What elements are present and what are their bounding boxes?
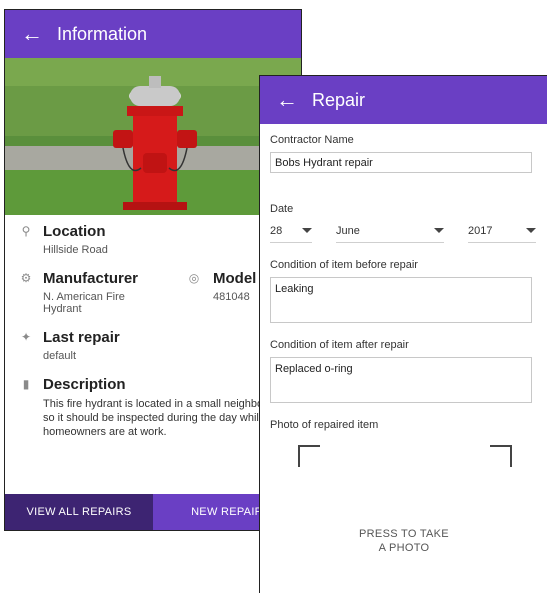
repair-form: Contractor Name Bobs Hydrant repair Date… bbox=[260, 124, 547, 577]
repair-app-bar: ← Repair bbox=[260, 76, 547, 124]
month-value: June bbox=[336, 224, 360, 237]
contractor-name-input[interactable]: Bobs Hydrant repair bbox=[270, 152, 532, 173]
location-section: ⚲ Location Hillside Road bbox=[5, 223, 301, 256]
photo-capture-area[interactable]: PRESS TO TAKE A PHOTO bbox=[270, 437, 537, 577]
take-photo-prompt-line1: PRESS TO TAKE bbox=[359, 528, 449, 540]
month-select[interactable]: June bbox=[336, 221, 444, 243]
viewfinder-corner-icon bbox=[298, 445, 320, 467]
day-value: 28 bbox=[270, 224, 283, 237]
chevron-down-icon bbox=[434, 228, 444, 233]
take-photo-prompt-line2: A PHOTO bbox=[378, 542, 430, 554]
date-selectors: 28 June 2017 bbox=[270, 221, 537, 243]
hydrant-photo bbox=[5, 58, 301, 215]
manufacturer-value: N. American Fire Hydrant bbox=[43, 291, 125, 315]
information-details: ⚲ Location Hillside Road ⚙ Manufacturer … bbox=[5, 215, 301, 439]
view-all-repairs-button[interactable]: VIEW ALL REPAIRS bbox=[5, 494, 153, 530]
globe-icon: ◎ bbox=[188, 271, 200, 285]
location-pin-icon: ⚲ bbox=[21, 224, 31, 238]
back-arrow-icon[interactable]: ← bbox=[276, 89, 298, 111]
repair-title: Repair bbox=[312, 89, 366, 110]
gear-icon: ⚙ bbox=[20, 271, 32, 285]
year-value: 2017 bbox=[468, 224, 493, 237]
after-condition-label: Condition of item after repair bbox=[270, 339, 409, 351]
before-condition-label: Condition of item before repair bbox=[270, 259, 418, 271]
description-section: ▮ Description This fire hydrant is locat… bbox=[5, 376, 301, 439]
book-icon: ▮ bbox=[22, 377, 30, 391]
day-select[interactable]: 28 bbox=[270, 221, 312, 243]
information-title: Information bbox=[57, 23, 148, 44]
after-condition-input[interactable]: Replaced o-ring bbox=[270, 357, 532, 403]
information-app-bar: ← Information bbox=[5, 10, 301, 58]
manufacturer-heading: Manufacturer bbox=[43, 270, 139, 287]
take-photo-prompt[interactable]: PRESS TO TAKE A PHOTO bbox=[270, 527, 538, 555]
back-arrow-icon[interactable]: ← bbox=[21, 23, 43, 45]
bottom-tab-bar: VIEW ALL REPAIRS NEW REPAIR bbox=[5, 494, 301, 530]
chevron-down-icon bbox=[302, 228, 312, 233]
fire-hydrant-image bbox=[5, 58, 301, 215]
contractor-label: Contractor Name bbox=[270, 134, 354, 146]
photo-label: Photo of repaired item bbox=[270, 419, 379, 431]
date-label: Date bbox=[270, 203, 294, 215]
chevron-down-icon bbox=[526, 228, 536, 233]
repair-screen: ← Repair Contractor Name Bobs Hydrant re… bbox=[259, 75, 547, 593]
information-screen: ← Information ⚲ Location Hillside Road ⚙… bbox=[4, 9, 302, 531]
manufacturer-section: ⚙ Manufacturer N. American Fire Hydrant bbox=[5, 270, 183, 315]
wrench-icon: ✦ bbox=[20, 330, 32, 344]
last-repair-section: ✦ Last repair default bbox=[5, 329, 301, 362]
before-condition-input[interactable]: Leaking bbox=[270, 277, 532, 323]
year-select[interactable]: 2017 bbox=[468, 221, 536, 243]
viewfinder-corner-icon bbox=[490, 445, 512, 467]
